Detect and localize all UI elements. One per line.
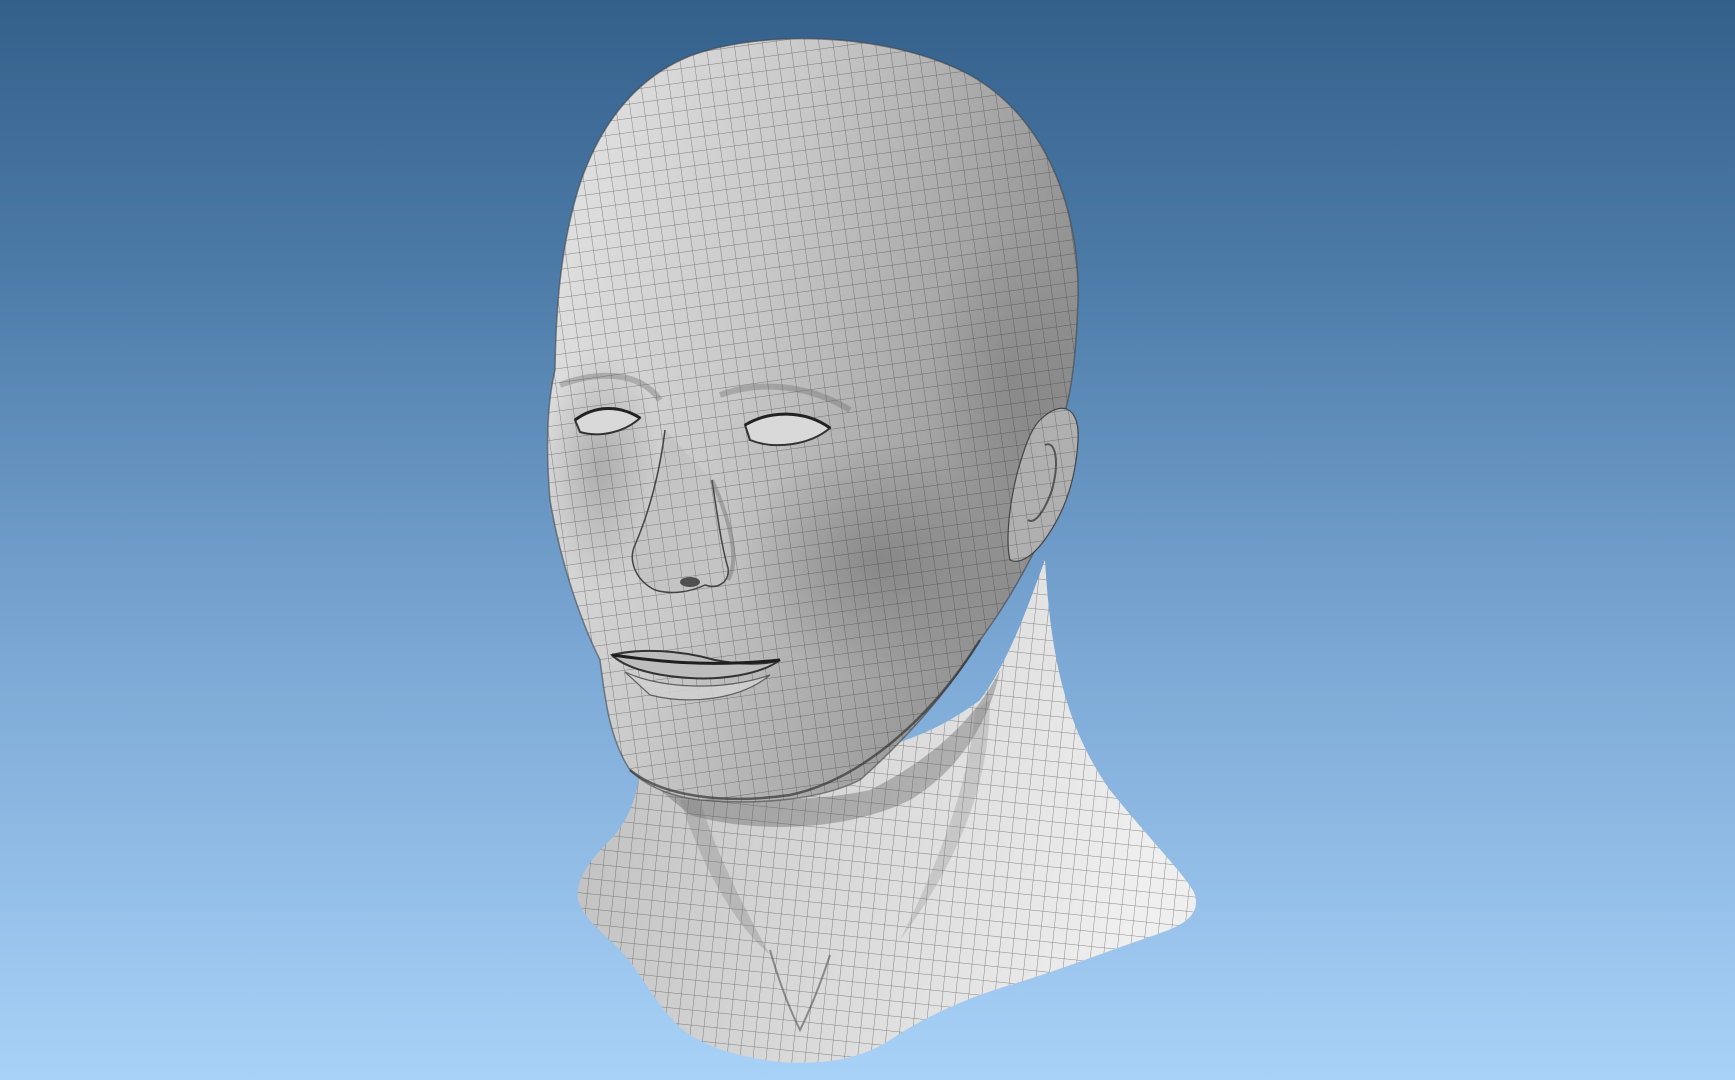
head-model-render[interactable] [0, 0, 1735, 1080]
3d-viewport[interactable] [0, 0, 1735, 1080]
